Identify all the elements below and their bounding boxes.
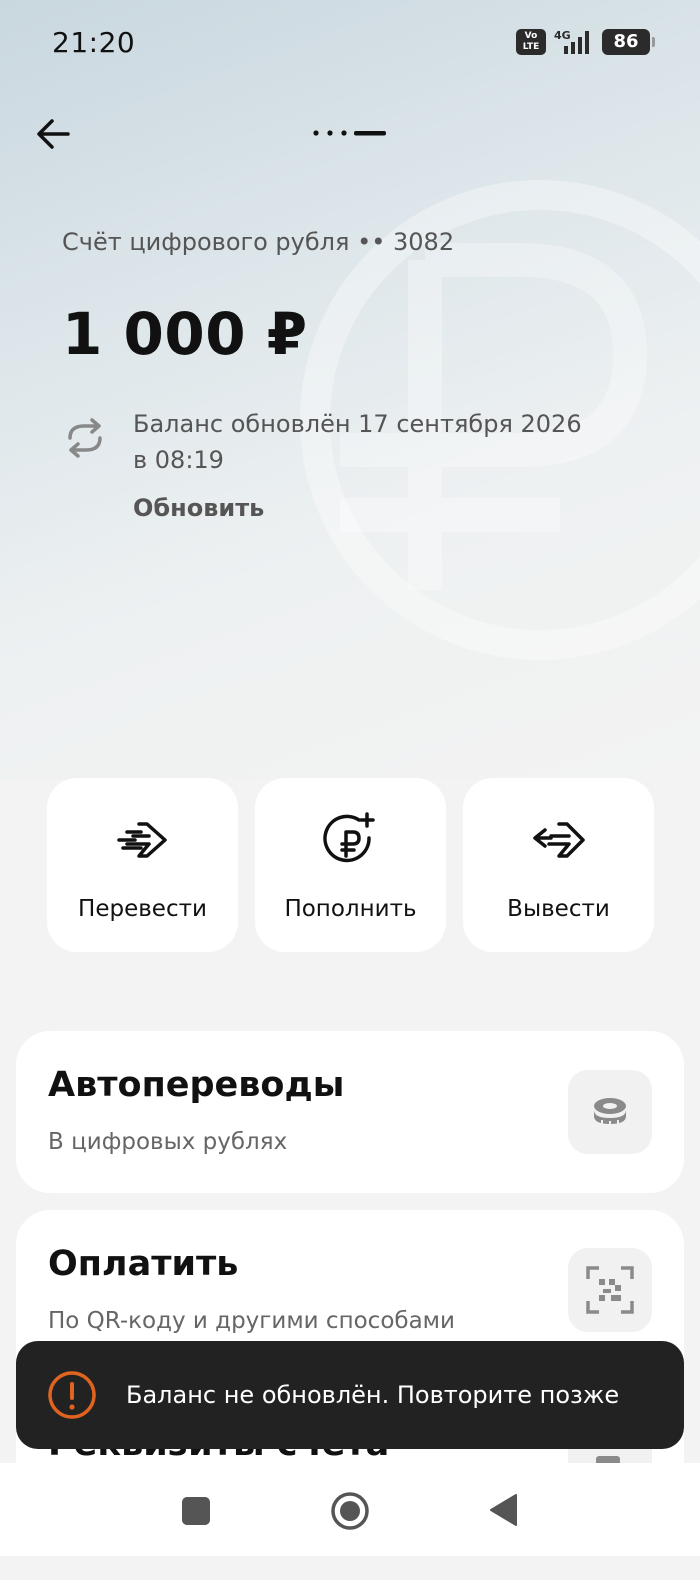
more-icon[interactable] — [310, 118, 390, 148]
system-navbar — [0, 1463, 700, 1556]
toast-message: Баланс не обновлён. Повторите позже — [126, 1381, 620, 1409]
account-title: Счёт цифрового рубля •• 3082 — [62, 228, 455, 256]
status-time: 21:20 — [52, 26, 136, 59]
transfer-arrow-icon — [116, 822, 167, 858]
pay-subtitle: По QR-коду и другими способами — [48, 1308, 455, 1334]
withdraw-arrows-icon — [532, 822, 585, 858]
transfer-label: Перевести — [78, 896, 207, 922]
quick-actions: Перевести Пополнить Вывести — [47, 778, 654, 952]
coins-icon — [568, 1070, 652, 1154]
ruble-plus-icon — [322, 812, 375, 863]
autotransfers-subtitle: В цифровых рублях — [48, 1129, 288, 1155]
withdraw-button[interactable]: Вывести — [463, 778, 654, 952]
signal-icon: 4G — [554, 29, 589, 54]
balance-updated-text: Баланс обновлён 17 сентября 2026 в 08:19 — [133, 410, 582, 474]
svg-text:4G: 4G — [554, 29, 571, 42]
home-icon[interactable] — [330, 1491, 370, 1531]
back-triangle-icon[interactable] — [488, 1493, 520, 1527]
top-up-button[interactable]: Пополнить — [255, 778, 446, 952]
account-hero — [0, 0, 700, 780]
battery-icon: 86 — [602, 29, 655, 55]
autotransfers-title: Автопереводы — [48, 1065, 345, 1105]
refresh-link[interactable]: Обновить — [133, 494, 264, 522]
withdraw-label: Вывести — [507, 896, 610, 922]
balance-amount: 1 000 ₽ — [62, 300, 308, 368]
status-icons: Vo LTE 4G 86 — [516, 28, 655, 56]
transfer-button[interactable]: Перевести — [47, 778, 238, 952]
error-toast: Баланс не обновлён. Повторите позже — [16, 1341, 684, 1449]
pay-title: Оплатить — [48, 1244, 239, 1284]
refresh-icon — [68, 418, 102, 458]
recent-apps-icon[interactable] — [181, 1496, 211, 1526]
warning-icon — [48, 1371, 96, 1419]
qr-scan-icon — [568, 1248, 652, 1332]
autotransfers-card[interactable]: Автопереводы В цифровых рублях — [16, 1031, 684, 1193]
arrow-left-icon[interactable] — [32, 112, 76, 156]
top-up-label: Пополнить — [284, 896, 417, 922]
volte-icon: Vo LTE — [516, 29, 546, 55]
